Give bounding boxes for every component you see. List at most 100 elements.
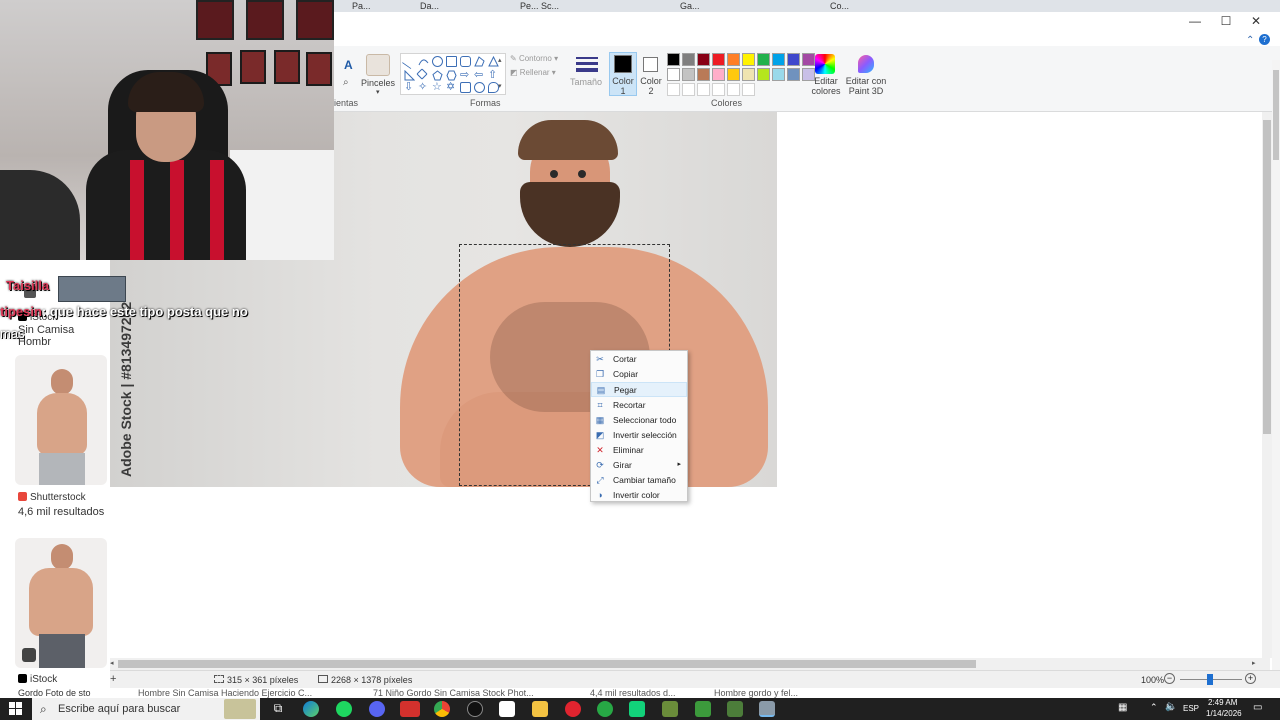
five-point-star-icon[interactable]: ☆ [432, 82, 443, 93]
result-source[interactable]: Shutterstock [18, 492, 86, 503]
result-source[interactable]: iStock [18, 674, 57, 685]
maximize-icon[interactable]: ☐ [1211, 14, 1241, 30]
paint3d-label[interactable]: Editar con Paint 3D [845, 76, 887, 96]
shapes-scroll-up-icon[interactable]: ▴ [498, 56, 502, 64]
rectangle-shape-icon[interactable] [446, 56, 457, 67]
discord-icon[interactable] [369, 701, 385, 717]
context-menu-item[interactable]: ✂ Cortar [591, 352, 687, 367]
magnifier-icon[interactable]: ⌕ [343, 77, 349, 88]
result-count[interactable]: 4,6 mil resultados [18, 506, 104, 518]
color2-label[interactable]: Color 2 [638, 76, 664, 96]
browser-tab[interactable]: Co... [830, 1, 849, 11]
context-menu-item[interactable]: ◩ Invertir selección [591, 428, 687, 443]
browser-vertical-scroll-thumb[interactable] [1273, 70, 1279, 160]
custom-color-slot[interactable] [697, 83, 710, 96]
zoom-out-icon[interactable]: − [1164, 673, 1175, 684]
context-menu-item[interactable]: ❐ Copiar [591, 367, 687, 382]
hexagon-shape-icon[interactable] [446, 70, 457, 81]
context-menu-item[interactable]: ◑ Invertir color [591, 488, 687, 503]
paint3d-icon[interactable] [858, 55, 874, 73]
curve-shape-icon[interactable] [418, 56, 429, 67]
palette-swatch[interactable] [712, 53, 725, 66]
app-icon[interactable] [400, 701, 420, 717]
polygon-shape-icon[interactable] [474, 56, 485, 67]
horizontal-scroll-thumb[interactable] [118, 660, 976, 668]
zoom-in-icon[interactable]: + [1245, 673, 1256, 684]
result-title[interactable]: Gordo Foto de sto [18, 688, 91, 698]
palette-swatch[interactable] [682, 68, 695, 81]
language-indicator[interactable]: ESP [1183, 704, 1199, 713]
palette-swatch[interactable] [712, 68, 725, 81]
collapse-ribbon-icon[interactable]: ⌃ [1246, 35, 1254, 46]
minecraft-icon[interactable] [662, 701, 678, 717]
browser-tab[interactable]: Da... [420, 1, 439, 11]
custom-color-slot[interactable] [712, 83, 725, 96]
browser-tab[interactable]: Ga... [680, 1, 700, 11]
kick-icon[interactable] [629, 701, 645, 717]
context-menu-item[interactable]: ▤ Pegar [591, 382, 687, 397]
palette-swatch[interactable] [772, 53, 785, 66]
result-title[interactable]: Sin Camisa Hombr [18, 324, 110, 348]
scroll-right-icon[interactable]: ▸ [1252, 659, 1256, 667]
custom-color-slot[interactable] [682, 83, 695, 96]
four-point-star-icon[interactable]: ✧ [418, 82, 429, 93]
image-caption[interactable]: 4,4 mil resultados d... [590, 688, 676, 698]
opera-icon[interactable] [565, 701, 581, 717]
chrome-icon[interactable] [434, 701, 450, 717]
rounded-rect-shape-icon[interactable] [460, 56, 471, 67]
palette-swatch[interactable] [697, 53, 710, 66]
image-caption[interactable]: Hombre gordo y fel... [714, 688, 798, 698]
custom-color-slot[interactable] [667, 83, 680, 96]
left-arrow-shape-icon[interactable]: ⇦ [474, 70, 485, 81]
custom-color-slot[interactable] [727, 83, 740, 96]
pentagon-shape-icon[interactable] [432, 70, 443, 81]
right-triangle-shape-icon[interactable] [404, 69, 416, 81]
oval-shape-icon[interactable] [432, 56, 443, 67]
palette-swatch[interactable] [667, 68, 680, 81]
palette-swatch[interactable] [742, 68, 755, 81]
size-icon[interactable] [576, 55, 598, 73]
search-highlight-icon[interactable] [224, 699, 256, 719]
browser-tab[interactable]: Pe... Sc... [520, 1, 559, 11]
clock-time[interactable]: 2:49 AM [1208, 698, 1237, 707]
vertical-scroll-thumb[interactable] [1263, 120, 1271, 434]
brushes-label[interactable]: Pinceles [360, 78, 396, 88]
callout-rect-shape-icon[interactable] [460, 82, 471, 93]
context-menu-item[interactable]: ⤢ Cambiar tamaño [591, 473, 687, 488]
scroll-left-icon[interactable]: ◂ [110, 659, 114, 667]
spotify-icon[interactable] [336, 701, 352, 717]
context-menu-item[interactable]: ⟳ Girar ▸ [591, 458, 687, 473]
palette-swatch[interactable] [787, 53, 800, 66]
browser-tab[interactable]: Pa... [352, 1, 371, 11]
zoom-slider-thumb[interactable] [1207, 674, 1213, 685]
notifications-icon[interactable]: ▭ [1253, 702, 1262, 713]
paint-app-icon[interactable] [759, 701, 775, 717]
outline-button[interactable]: ✎ Contorno ▾ [510, 54, 558, 63]
clock-date[interactable]: 1/14/2026 [1206, 709, 1242, 718]
custom-color-slot[interactable] [742, 83, 755, 96]
app-icon[interactable] [727, 701, 743, 717]
tray-chevron-icon[interactable]: ⌃ [1150, 702, 1158, 713]
obs-icon[interactable] [467, 701, 483, 717]
edit-colors-label[interactable]: Editar colores [808, 76, 844, 96]
volume-icon[interactable]: 🔈 [1165, 701, 1177, 712]
app-icon[interactable] [695, 701, 711, 717]
windows-start-icon[interactable] [9, 702, 22, 715]
callout-oval-shape-icon[interactable] [474, 82, 485, 93]
palette-swatch[interactable] [682, 53, 695, 66]
image-caption[interactable]: Hombre Sin Camisa Haciendo Ejercicio C..… [138, 688, 312, 698]
right-arrow-shape-icon[interactable]: ⇨ [460, 70, 471, 81]
six-point-star-icon[interactable]: ✡ [446, 82, 457, 93]
help-icon[interactable]: ? [1259, 34, 1270, 45]
shapes-more-icon[interactable]: ▾ [498, 82, 502, 90]
edge-icon[interactable] [303, 701, 319, 717]
task-view-icon[interactable]: ⧉ [270, 701, 286, 717]
palette-swatch[interactable] [772, 68, 785, 81]
app-icon[interactable] [499, 701, 515, 717]
palette-swatch[interactable] [787, 68, 800, 81]
palette-swatch[interactable] [667, 53, 680, 66]
up-arrow-shape-icon[interactable]: ⇧ [488, 70, 499, 81]
minimize-icon[interactable]: — [1180, 14, 1210, 30]
size-label[interactable]: Tamaño [568, 77, 604, 87]
fill-button[interactable]: ◩ Rellenar ▾ [510, 68, 556, 77]
